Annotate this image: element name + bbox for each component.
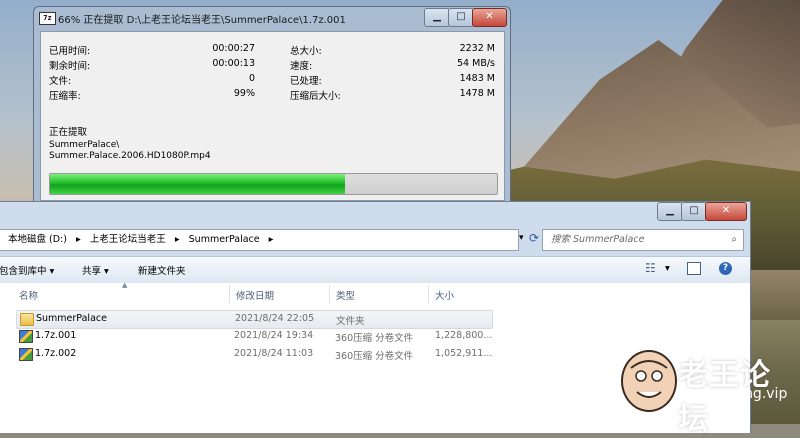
column-header-size[interactable]: 大小 [435, 288, 454, 302]
progress-panel: 已用时间: 00:00:27 剩余时间: 00:00:13 文件: 0 压缩率:… [40, 31, 505, 201]
compression-ratio-label: 压缩率: [49, 91, 81, 102]
file-row[interactable]: 1.7z.002 2021/8/24 11:03 360压缩 分卷文件 1,05… [16, 346, 493, 363]
search-input[interactable]: 搜索 SummerPalace ⌕ [542, 229, 744, 251]
speed-label: 速度: [290, 61, 313, 72]
speed-value: 54 MB/s [457, 58, 495, 69]
extract-progress-bar [49, 173, 498, 195]
extract-progress-window[interactable]: 7z 66% 正在提取 D:\上老王论坛当老王\SummerPalace\1.7… [33, 6, 511, 204]
view-options-icon[interactable]: ☷ [645, 261, 656, 275]
address-bar[interactable]: 本地磁盘 (D:) ▸ 上老王论坛当老王 ▸ SummerPalace ▸ [0, 229, 519, 251]
progress-window-title: 66% 正在提取 D:\上老王论坛当老王\SummerPalace\1.7z.0… [58, 15, 346, 26]
explorer-minimize-button[interactable]: ▁ [657, 202, 683, 221]
share-button[interactable]: 共享 ▾ [82, 263, 109, 277]
explorer-close-button[interactable]: ✕ [705, 202, 747, 221]
breadcrumb-chevron-icon[interactable]: ▸ [175, 234, 180, 245]
compressed-size-value: 1478 M [459, 88, 495, 99]
new-folder-button[interactable]: 新建文件夹 [138, 263, 186, 277]
7zip-app-icon: 7z [39, 12, 56, 25]
breadcrumb-folder[interactable]: 上老王论坛当老王 [90, 234, 166, 245]
help-icon[interactable]: ? [719, 262, 732, 275]
close-button[interactable]: ✕ [472, 8, 507, 27]
column-divider[interactable] [329, 285, 330, 303]
column-divider[interactable] [229, 285, 230, 303]
file-date: 2021/8/24 22:05 [235, 313, 315, 324]
compression-ratio-value: 99% [233, 88, 255, 99]
progress-bar-fill [50, 174, 346, 194]
current-file: Summer.Palace.2006.HD1080P.mp4 [49, 151, 211, 161]
file-type: 360压缩 分卷文件 [335, 333, 414, 344]
view-dropdown-icon[interactable]: ▾ [665, 263, 670, 274]
total-size-label: 总大小: [290, 46, 322, 57]
elapsed-time-label: 已用时间: [49, 46, 91, 57]
minimize-button[interactable]: ▁ [424, 8, 450, 27]
maximize-button[interactable]: □ [448, 8, 474, 27]
progress-window-titlebar[interactable]: 7z 66% 正在提取 D:\上老王论坛当老王\SummerPalace\1.7… [34, 7, 510, 28]
file-row[interactable]: 1.7z.001 2021/8/24 19:34 360压缩 分卷文件 1,22… [16, 328, 493, 345]
mascot-face-icon [630, 360, 668, 398]
preview-pane-icon[interactable] [687, 262, 701, 275]
column-header-date[interactable]: 修改日期 [236, 288, 274, 302]
refresh-icon[interactable]: ⟳ [529, 231, 539, 245]
search-placeholder: 搜索 SummerPalace [551, 234, 645, 245]
compressed-size-label: 压缩后大小: [290, 91, 341, 102]
watermark-url: laowang.vip [703, 386, 788, 402]
file-type: 360压缩 分卷文件 [335, 351, 414, 362]
remaining-time-label: 剩余时间: [49, 61, 91, 72]
column-divider[interactable] [428, 285, 429, 303]
watermark-mascot-icon [621, 350, 677, 412]
current-folder: SummerPalace\ [49, 140, 120, 150]
include-in-library-button[interactable]: 包含到库中 ▾ [0, 263, 54, 277]
processed-label: 已处理: [290, 76, 322, 87]
address-dropdown-icon[interactable]: ▾ [519, 233, 529, 245]
remaining-time-value: 00:00:13 [212, 58, 255, 69]
file-row[interactable]: SummerPalace 2021/8/24 22:05 文件夹 [16, 310, 493, 329]
elapsed-time-value: 00:00:27 [212, 43, 255, 54]
file-size: 1,052,911... [435, 348, 493, 359]
processed-value: 1483 M [459, 73, 495, 84]
file-name: 1.7z.001 [35, 330, 77, 341]
folder-icon [20, 313, 34, 326]
breadcrumb-chevron-icon[interactable]: ▸ [76, 234, 81, 245]
status-label: 正在提取 [49, 127, 88, 138]
archive-icon [19, 348, 33, 361]
column-header-type[interactable]: 类型 [336, 288, 355, 302]
search-icon[interactable]: ⌕ [732, 230, 737, 250]
column-header-name[interactable]: 名称 [19, 288, 38, 302]
file-type: 文件夹 [336, 316, 365, 327]
file-name: 1.7z.002 [35, 348, 77, 359]
archive-icon [19, 330, 33, 343]
total-size-value: 2232 M [459, 43, 495, 54]
breadcrumb-chevron-icon[interactable]: ▸ [269, 234, 274, 245]
files-label: 文件: [49, 76, 72, 87]
file-date: 2021/8/24 19:34 [234, 330, 314, 341]
command-bar: 包含到库中 ▾ 共享 ▾ 新建文件夹 ☷ ▾ ? [0, 256, 750, 284]
file-name: SummerPalace [36, 313, 107, 324]
files-value: 0 [248, 73, 255, 84]
breadcrumb-drive[interactable]: 本地磁盘 (D:) [8, 234, 67, 245]
file-date: 2021/8/24 11:03 [234, 348, 314, 359]
file-size: 1,228,800... [435, 330, 493, 341]
breadcrumb-current-folder[interactable]: SummerPalace [189, 234, 260, 245]
explorer-maximize-button[interactable]: □ [681, 202, 707, 221]
sort-arrow-icon: ▲ [122, 281, 128, 289]
